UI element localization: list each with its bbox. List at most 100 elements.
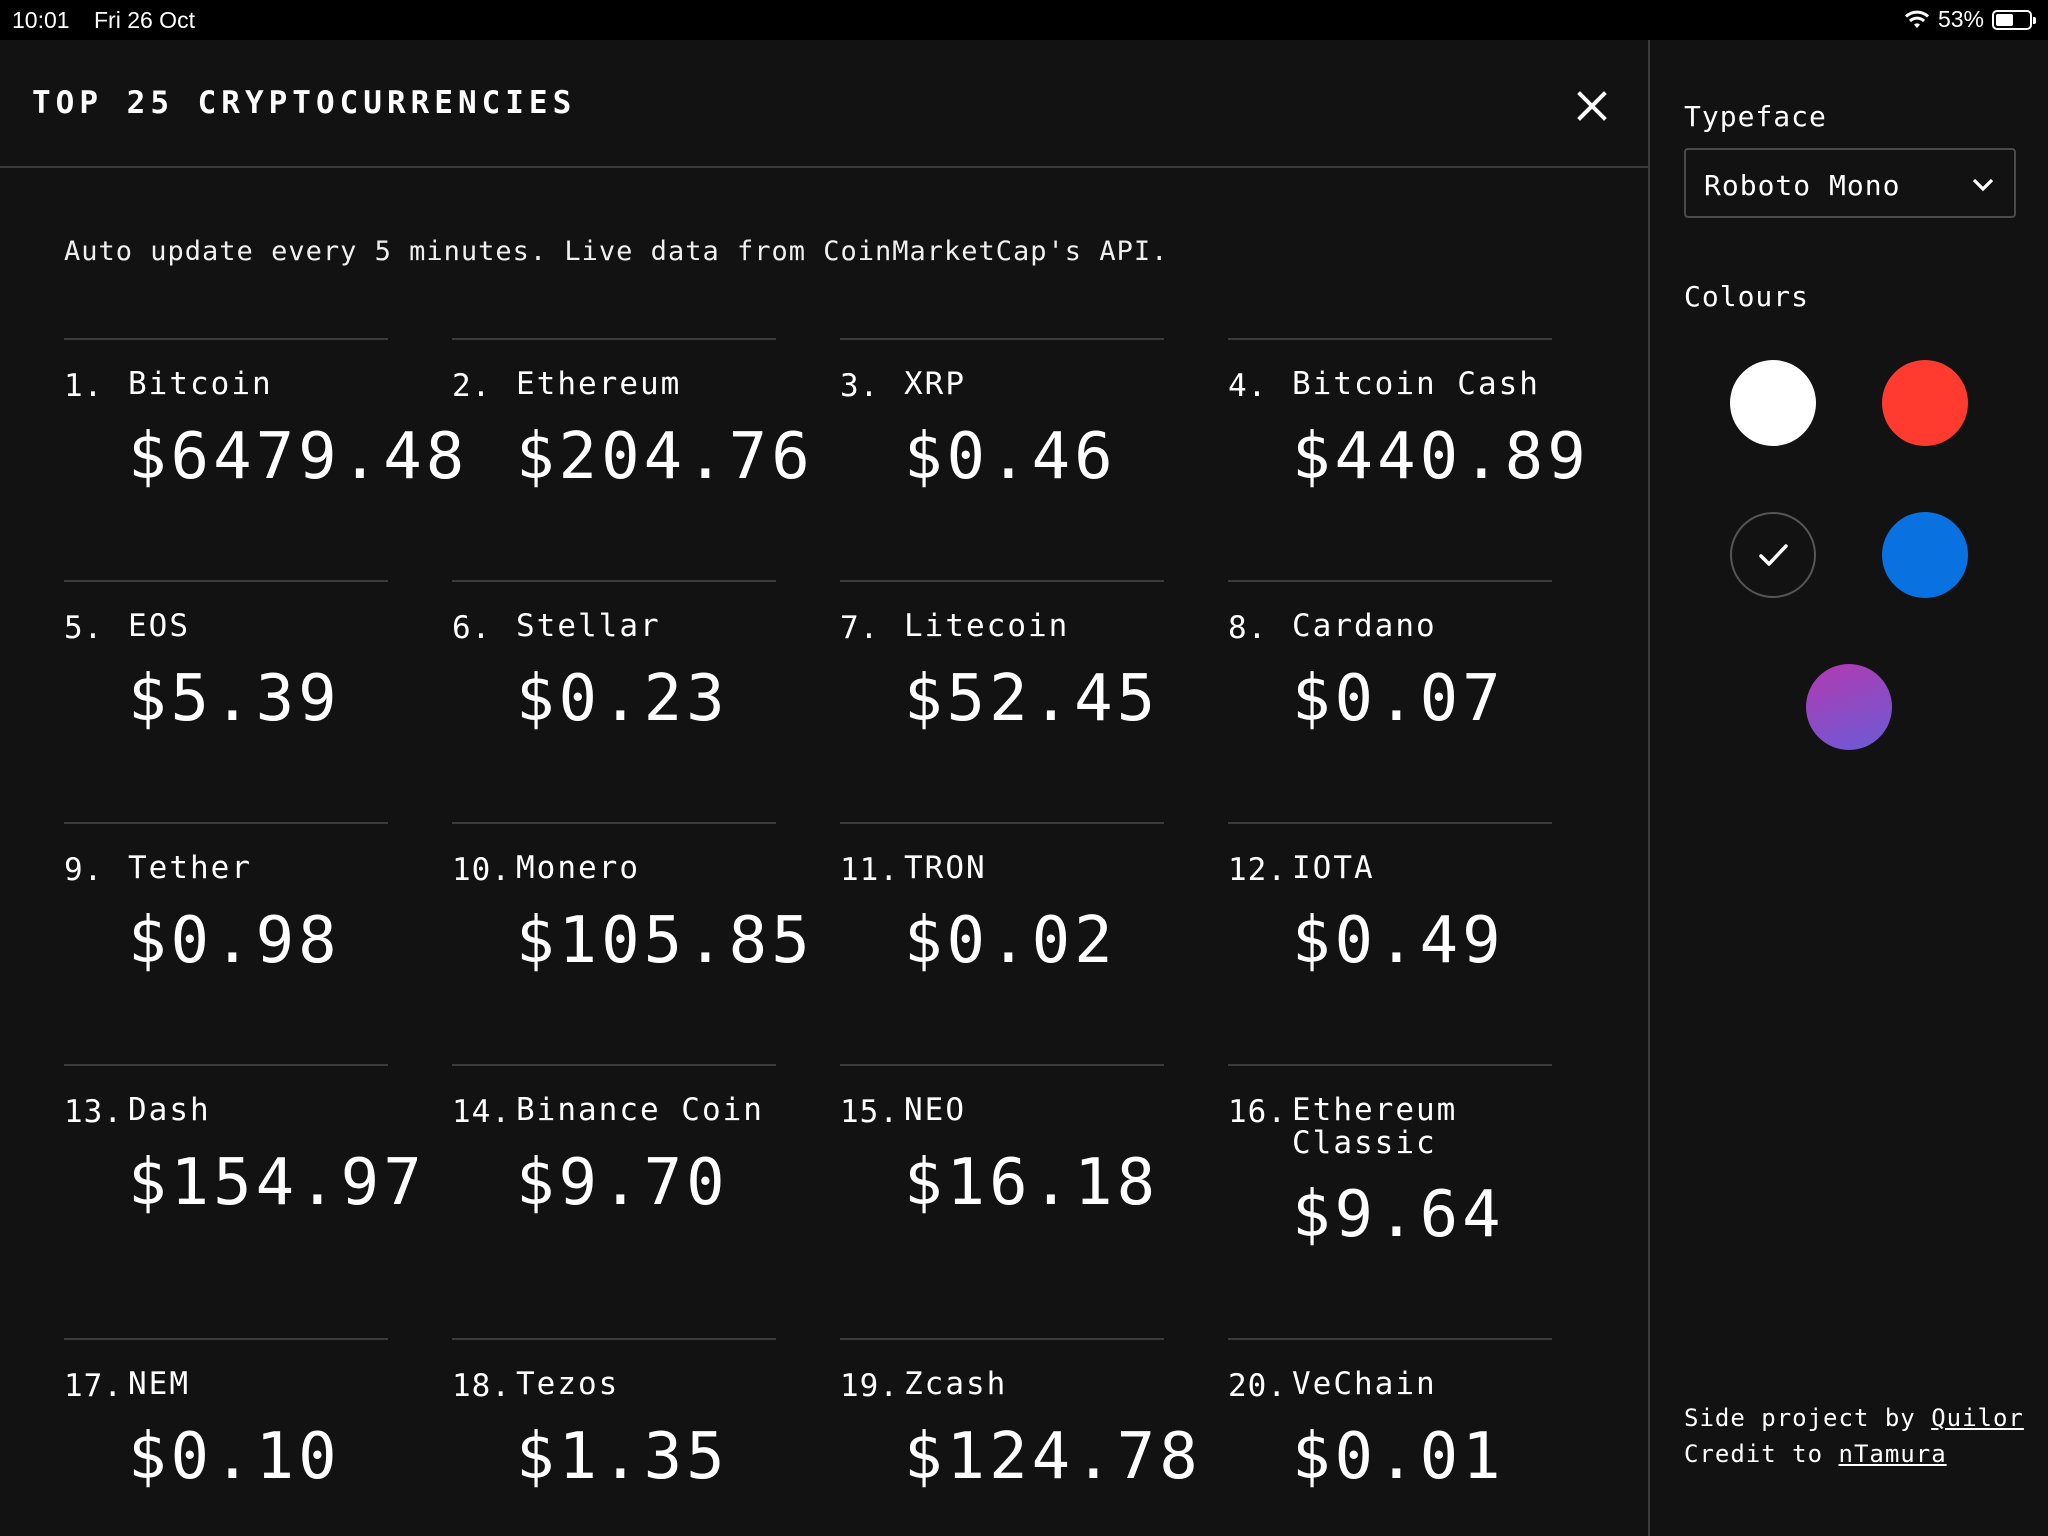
page-title: TOP 25 CRYPTOCURRENCIES <box>32 85 577 121</box>
credit-line-1-text: Side project by <box>1684 1404 1932 1432</box>
main-panel: TOP 25 CRYPTOCURRENCIES Auto update ever… <box>0 40 1648 1536</box>
typeface-select[interactable]: Roboto Mono <box>1684 148 2016 218</box>
coin-card: 13. Dash $154.97 <box>64 1064 422 1220</box>
coin-price: $52.45 <box>904 662 1160 736</box>
coin-card: 6. Stellar $0.23 <box>452 580 776 736</box>
coin-rank: 14. <box>452 1094 511 1130</box>
coin-price: $5.39 <box>128 662 341 736</box>
coin-rank: 20. <box>1228 1368 1287 1404</box>
status-bar: 10:01 Fri 26 Oct 53% <box>0 0 2048 40</box>
coin-rank: 10. <box>452 852 511 888</box>
coin-price: $16.18 <box>904 1146 1160 1220</box>
colour-swatch-white[interactable] <box>1730 360 1816 446</box>
coin-card: 17. NEM $0.10 <box>64 1338 388 1494</box>
colour-swatch-blue[interactable] <box>1882 512 1968 598</box>
coin-name: Cardano <box>1292 608 1437 644</box>
coin-rank: 15. <box>840 1094 899 1130</box>
update-info-text: Auto update every 5 minutes. Live data f… <box>64 236 1169 267</box>
coin-rank: 13. <box>64 1094 123 1130</box>
coin-card: 9. Tether $0.98 <box>64 822 388 978</box>
coin-name: VeChain <box>1292 1366 1437 1402</box>
coin-name: XRP <box>904 366 966 402</box>
credit-line-2: Credit to nTamura <box>1684 1436 2024 1472</box>
coin-price: $105.85 <box>516 904 814 978</box>
coin-price: $6479.48 <box>128 420 469 494</box>
coin-card: 20. VeChain $0.01 <box>1228 1338 1552 1494</box>
coin-price: $9.64 <box>1292 1178 1505 1252</box>
coin-rank: 17. <box>64 1368 123 1404</box>
coin-name: NEO <box>904 1092 966 1128</box>
coin-name: Litecoin <box>904 608 1070 644</box>
coin-price: $0.07 <box>1292 662 1505 736</box>
colours-label: Colours <box>1684 280 1810 313</box>
coin-name: Tether <box>128 850 252 886</box>
coin-rank: 5. <box>64 610 104 646</box>
battery-fill <box>1996 13 2013 26</box>
coin-name: Binance Coin <box>516 1092 764 1128</box>
close-icon <box>1577 91 1607 121</box>
coin-price: $0.46 <box>904 420 1117 494</box>
coin-name: TRON <box>904 850 987 886</box>
coin-rank: 3. <box>840 368 880 404</box>
battery-icon <box>1992 9 2036 30</box>
coin-card: 11. TRON $0.02 <box>840 822 1164 978</box>
checkmark-icon <box>1759 544 1788 566</box>
coin-name: EOS <box>128 608 190 644</box>
coin-name: Ethereum <box>516 366 682 402</box>
status-right: 53% <box>1904 6 2036 33</box>
coin-price: $9.70 <box>516 1146 729 1220</box>
coin-card: 19. Zcash $124.78 <box>840 1338 1198 1494</box>
colour-swatch-purple-gradient[interactable] <box>1806 664 1892 750</box>
coin-price: $154.97 <box>128 1146 426 1220</box>
status-date: Fri 26 Oct <box>94 7 195 33</box>
coin-name: Zcash <box>904 1366 1008 1402</box>
chevron-down-icon <box>1972 178 1994 192</box>
coin-name: Dash <box>128 1092 211 1128</box>
coin-price: $0.98 <box>128 904 341 978</box>
coin-card: 2. Ethereum $204.76 <box>452 338 810 494</box>
coin-rank: 16. <box>1228 1094 1287 1130</box>
coin-card: 14. Binance Coin $9.70 <box>452 1064 776 1220</box>
colour-swatch-red[interactable] <box>1882 360 1968 446</box>
coin-price: $0.01 <box>1292 1420 1505 1494</box>
coin-rank: 12. <box>1228 852 1287 888</box>
coin-price: $0.23 <box>516 662 729 736</box>
ntamura-link[interactable]: nTamura <box>1839 1440 1947 1468</box>
coin-card: 15. NEO $16.18 <box>840 1064 1164 1220</box>
coin-rank: 18. <box>452 1368 511 1404</box>
coin-price: $0.49 <box>1292 904 1505 978</box>
coin-card: 12. IOTA $0.49 <box>1228 822 1552 978</box>
coin-rank: 19. <box>840 1368 899 1404</box>
coin-card: 4. Bitcoin Cash $440.89 <box>1228 338 1586 494</box>
colour-swatch-black[interactable] <box>1730 512 1816 598</box>
coin-rank: 4. <box>1228 368 1268 404</box>
coin-rank: 7. <box>840 610 880 646</box>
typeface-label: Typeface <box>1684 100 1827 133</box>
coin-price: $0.02 <box>904 904 1117 978</box>
coin-card: 3. XRP $0.46 <box>840 338 1164 494</box>
coin-card: 7. Litecoin $52.45 <box>840 580 1164 736</box>
coin-card: 1. Bitcoin $6479.48 <box>64 338 464 494</box>
battery-percent: 53% <box>1937 6 1984 32</box>
coin-rank: 2. <box>452 368 492 404</box>
coin-price: $204.76 <box>516 420 814 494</box>
coin-price: $440.89 <box>1292 420 1590 494</box>
coin-rank: 9. <box>64 852 104 888</box>
coin-card: 10. Monero $105.85 <box>452 822 810 978</box>
header: TOP 25 CRYPTOCURRENCIES <box>0 40 1648 168</box>
coin-rank: 6. <box>452 610 492 646</box>
close-button[interactable] <box>1572 86 1612 126</box>
coin-card: 16. Ethereum Classic $9.64 <box>1228 1064 1552 1252</box>
quilor-link[interactable]: Quilor <box>1931 1404 2024 1432</box>
credit-line-1: Side project by Quilor <box>1684 1400 2024 1436</box>
coin-rank: 1. <box>64 368 104 404</box>
credits-footer: Side project by Quilor Credit to nTamura <box>1684 1400 2024 1472</box>
status-time: 10:01 <box>12 7 70 33</box>
coin-card: 18. Tezos $1.35 <box>452 1338 776 1494</box>
settings-sidebar: Typeface Roboto Mono Colours Side projec… <box>1648 40 2048 1536</box>
coin-name: Bitcoin <box>128 366 273 402</box>
coin-rank: 8. <box>1228 610 1268 646</box>
coin-price: $0.10 <box>128 1420 341 1494</box>
coin-price: $1.35 <box>516 1420 729 1494</box>
coin-card: 5. EOS $5.39 <box>64 580 388 736</box>
